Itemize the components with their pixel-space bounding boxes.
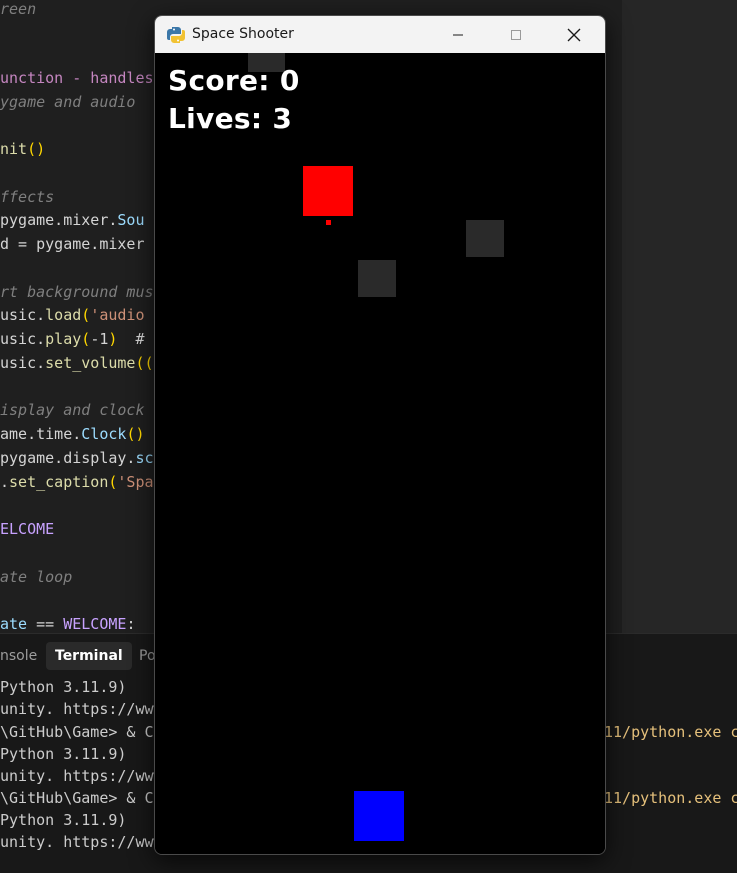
code-token: rt background mus bbox=[0, 283, 154, 301]
code-token: ame.time. bbox=[0, 425, 82, 443]
code-line: ELCOME bbox=[0, 517, 54, 541]
code-line: pygame.display.sc bbox=[0, 446, 154, 470]
code-token: d = pygame.mixer bbox=[0, 235, 145, 253]
code-line: d = pygame.mixer bbox=[0, 232, 145, 256]
code-line: ygame and audio bbox=[0, 90, 135, 114]
code-token: play bbox=[45, 330, 82, 348]
code-token: 'audio bbox=[90, 306, 145, 324]
minimize-icon bbox=[453, 34, 463, 35]
code-token: ELCOME bbox=[0, 520, 55, 538]
code-line: ffects bbox=[0, 185, 54, 209]
score-label: Score: 0 bbox=[168, 64, 300, 97]
terminal-line: \GitHub\Game> & C bbox=[0, 789, 154, 807]
lives-label: Lives: 3 bbox=[168, 102, 293, 135]
code-token: ffects bbox=[0, 188, 55, 206]
enemy-ship bbox=[303, 166, 353, 216]
terminal-line: unity. https://www bbox=[0, 767, 163, 785]
code-token: ate bbox=[0, 615, 28, 633]
player-ship bbox=[354, 791, 404, 841]
code-token: 'Spa bbox=[117, 473, 154, 491]
window-title: Space Shooter bbox=[192, 26, 294, 42]
code-token: : bbox=[126, 615, 136, 633]
code-token: ygame and audio bbox=[0, 93, 136, 111]
code-line: .set_caption('Spa bbox=[0, 470, 154, 494]
code-token: # bbox=[117, 330, 145, 348]
maximize-button[interactable] bbox=[487, 16, 545, 53]
pygame-snake-icon bbox=[167, 27, 185, 43]
code-token: pygame.mixer. bbox=[0, 211, 118, 229]
maximize-icon bbox=[511, 29, 521, 40]
code-token: ( bbox=[81, 330, 91, 348]
close-button[interactable] bbox=[545, 16, 603, 53]
game-window[interactable]: Space Shooter Score: 0 Lives: 3 bbox=[154, 15, 606, 855]
code-token: nit bbox=[0, 140, 28, 158]
code-line: usic.load('audio bbox=[0, 303, 145, 327]
enemy-bullet bbox=[326, 220, 331, 225]
code-line: nit() bbox=[0, 137, 45, 161]
code-token: set_caption bbox=[9, 473, 109, 491]
terminal-line: \GitHub\Game> & C bbox=[0, 723, 154, 741]
code-token: unction - handles bbox=[0, 69, 154, 87]
terminal-line-right: 11/python.exe c bbox=[604, 789, 737, 807]
code-token: () bbox=[27, 140, 46, 158]
code-token: -1 bbox=[90, 330, 109, 348]
code-token: isplay and clock bbox=[0, 401, 145, 419]
terminal-line: unity. https://www bbox=[0, 833, 163, 851]
code-token: usic. bbox=[0, 330, 46, 348]
code-token: == bbox=[27, 615, 64, 633]
code-token: set_volume bbox=[45, 354, 136, 372]
code-line: rt background mus bbox=[0, 280, 154, 304]
code-token: usic. bbox=[0, 354, 46, 372]
terminal-line: Python 3.11.9) bbox=[0, 745, 127, 763]
minimize-button[interactable] bbox=[429, 16, 487, 53]
code-line: ame.time.Clock() bbox=[0, 422, 145, 446]
game-canvas[interactable]: Score: 0 Lives: 3 bbox=[155, 53, 605, 854]
close-icon bbox=[567, 28, 581, 41]
code-line: pygame.mixer.Sou bbox=[0, 208, 145, 232]
code-line: isplay and clock bbox=[0, 398, 145, 422]
code-token: () bbox=[126, 425, 145, 443]
code-token: usic. bbox=[0, 306, 46, 324]
code-token: ate loop bbox=[0, 568, 73, 586]
editor-minimap-area bbox=[622, 0, 737, 633]
code-token: Clock bbox=[81, 425, 127, 443]
window-titlebar[interactable]: Space Shooter bbox=[155, 16, 605, 53]
code-line: unction - handles bbox=[0, 66, 154, 90]
code-token: (( bbox=[135, 354, 154, 372]
asteroid bbox=[466, 220, 504, 257]
terminal-line: Python 3.11.9) bbox=[0, 678, 127, 696]
tab-terminal[interactable]: Terminal bbox=[46, 642, 132, 670]
tab-debug-console[interactable]: nsole bbox=[0, 642, 37, 670]
code-token: pygame.display. bbox=[0, 449, 136, 467]
terminal-line: Python 3.11.9) bbox=[0, 811, 127, 829]
code-token: . bbox=[0, 473, 10, 491]
code-token: ( bbox=[81, 306, 91, 324]
code-line: reen bbox=[0, 0, 36, 21]
asteroid bbox=[358, 260, 396, 297]
code-line: ate loop bbox=[0, 565, 72, 589]
code-token: load bbox=[45, 306, 82, 324]
code-token: sc bbox=[135, 449, 154, 467]
terminal-line-right: 11/python.exe c bbox=[604, 723, 737, 741]
code-token: Sou bbox=[117, 211, 145, 229]
code-line: usic.play(-1) # bbox=[0, 327, 145, 351]
code-line: usic.set_volume(( bbox=[0, 351, 154, 375]
code-token: WELCOME bbox=[63, 615, 127, 633]
code-token: reen bbox=[0, 0, 37, 18]
terminal-line: unity. https://www bbox=[0, 700, 163, 718]
